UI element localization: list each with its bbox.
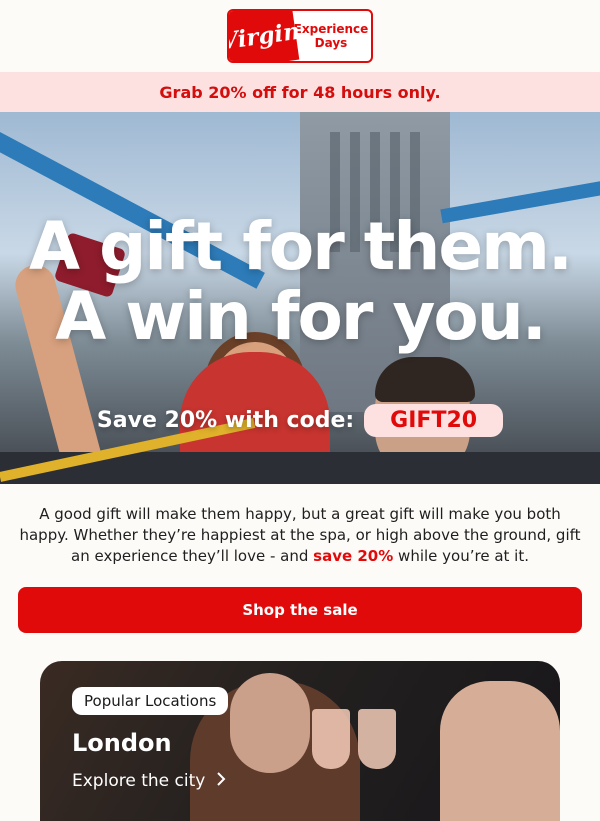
- wine-glass: [358, 709, 396, 769]
- chevron-right-icon: [215, 771, 227, 791]
- logo-line-days: Days: [314, 36, 348, 50]
- explore-city-link[interactable]: Explore the city: [72, 771, 227, 791]
- man-hair: [375, 357, 475, 402]
- logo-line-experience: Experience: [293, 22, 369, 36]
- promo-banner: Grab 20% off for 48 hours only.: [0, 72, 600, 112]
- body-highlight: save 20%: [313, 547, 394, 565]
- body-copy: A good gift will make them happy, but a …: [0, 484, 600, 567]
- logo-bar: Virgin Experience Days: [0, 0, 600, 72]
- explore-city-label: Explore the city: [72, 771, 206, 791]
- city-title: London: [72, 729, 172, 757]
- headline-line-2: A win for you.: [55, 278, 547, 355]
- body-text-end: while you’re at it.: [393, 547, 529, 565]
- experience-days-text: Experience Days: [291, 11, 371, 61]
- hero-image[interactable]: A gift for them. A win for you. Save 20%…: [0, 112, 600, 484]
- promo-code-label: Save 20% with code:: [96, 408, 355, 433]
- hero-headline: A gift for them. A win for you.: [0, 212, 600, 352]
- headline-line-1: A gift for them.: [29, 208, 573, 285]
- virgin-experience-days-logo[interactable]: Virgin Experience Days: [227, 9, 373, 63]
- wine-glass: [312, 709, 350, 769]
- man-figure: [440, 681, 560, 821]
- virgin-wordmark: Virgin: [229, 11, 301, 61]
- promo-code-row: Save 20% with code: GIFT20: [0, 404, 600, 437]
- promo-code-badge[interactable]: GIFT20: [364, 404, 504, 437]
- shop-the-sale-button[interactable]: Shop the sale: [18, 587, 582, 633]
- popular-locations-tag: Popular Locations: [72, 687, 229, 715]
- woman-face: [230, 673, 310, 773]
- location-card[interactable]: Popular Locations London Explore the cit…: [40, 661, 560, 821]
